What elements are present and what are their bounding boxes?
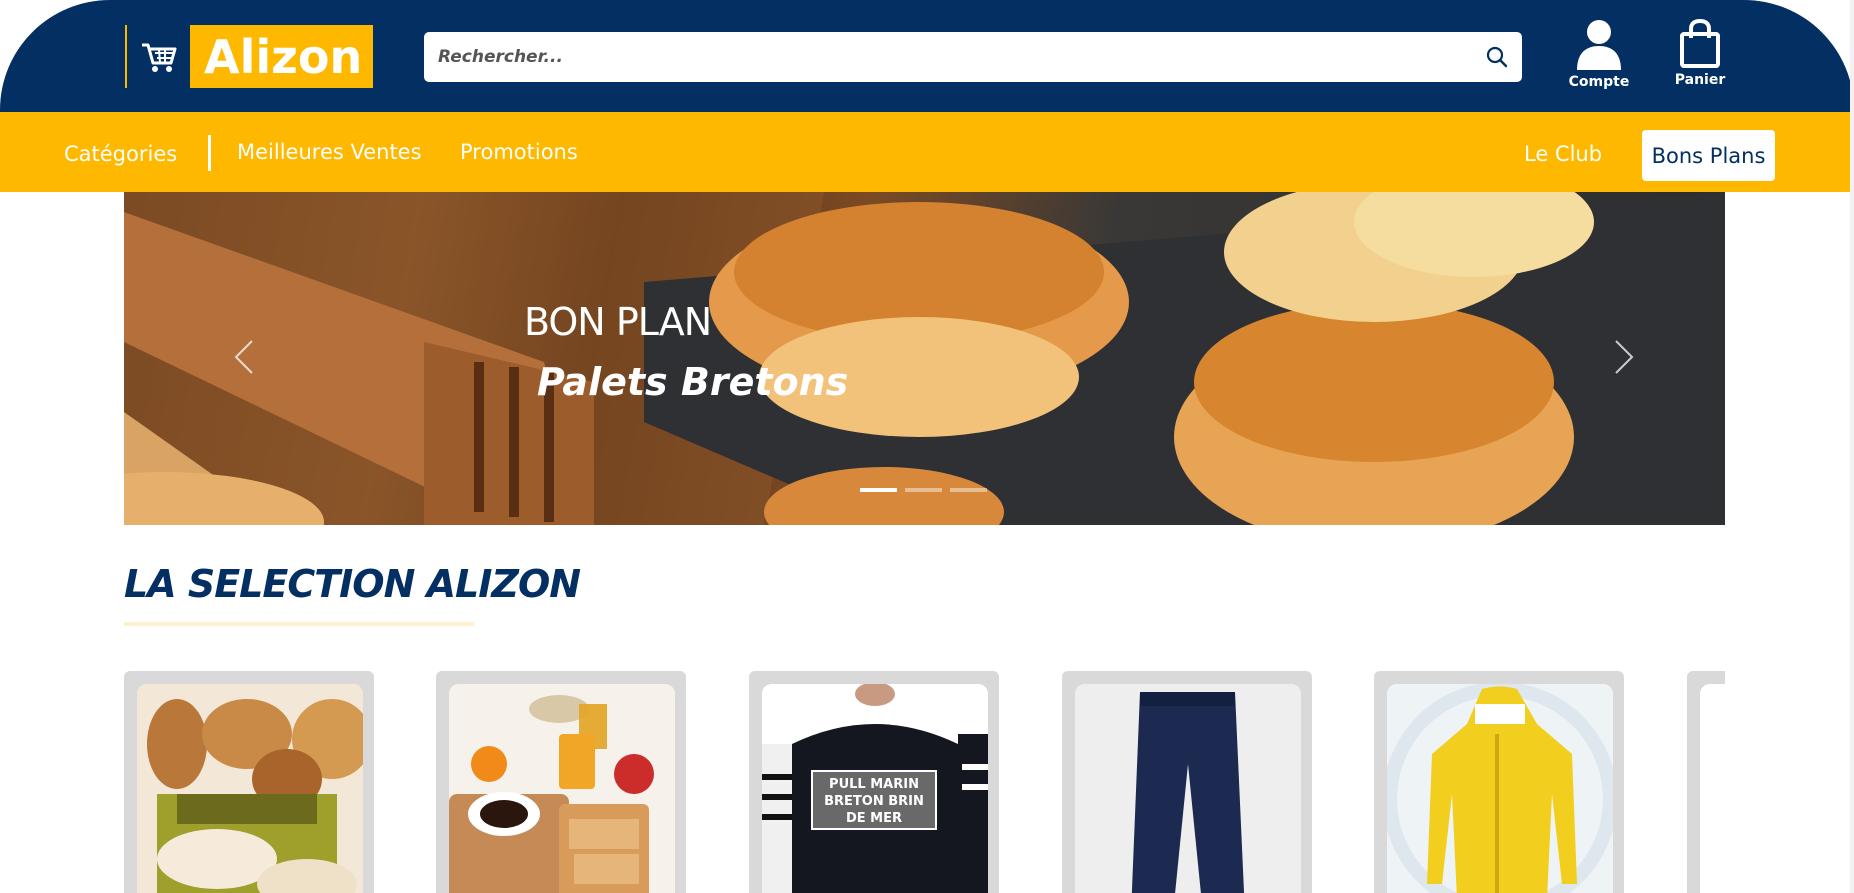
product-carousel: PULL MARIN BRETON BRIN DE MER [124, 671, 1725, 893]
nav-divider [208, 135, 211, 171]
account-button[interactable]: Compte [1559, 18, 1639, 94]
page-scrollbar[interactable] [1850, 0, 1854, 893]
nav-promotions[interactable]: Promotions [460, 112, 578, 192]
site-logo[interactable]: Alizon [123, 23, 375, 90]
search-icon[interactable] [1472, 32, 1522, 82]
carousel-dot-2[interactable] [905, 488, 942, 492]
product-card[interactable] [436, 671, 686, 893]
carousel-dot-1[interactable] [860, 488, 897, 492]
carousel-prev-button[interactable] [224, 332, 264, 382]
product-card[interactable]: PULL MARIN BRETON BRIN DE MER [749, 671, 999, 893]
nav-best-sellers[interactable]: Meilleures Ventes [237, 112, 422, 192]
carousel-indicators [860, 488, 987, 492]
product-image-biscuits [137, 684, 363, 893]
account-label: Compte [1568, 74, 1630, 90]
bons-plans-button[interactable]: Bons Plans [1642, 130, 1775, 181]
nav-club[interactable]: Le Club [1524, 112, 1602, 192]
product-image-pull-marin: PULL MARIN BRETON BRIN DE MER [762, 684, 988, 893]
product-image-partial [1700, 684, 1725, 893]
product-card[interactable] [124, 671, 374, 893]
product-image-raincoat [1387, 684, 1613, 893]
cart-label: Panier [1674, 72, 1726, 88]
search-bar [424, 32, 1522, 82]
cart-logo-icon [127, 25, 190, 88]
product-card[interactable] [1687, 671, 1725, 893]
product-card[interactable] [1062, 671, 1312, 893]
carousel-dot-3[interactable] [950, 488, 987, 492]
slide-title: Palets Bretons [537, 360, 849, 404]
chevron-right-icon [1615, 340, 1634, 374]
hero-carousel: BON PLAN Palets Bretons [124, 192, 1725, 525]
section-title: LA SELECTION ALIZON [124, 562, 581, 606]
product-image-breakfast [449, 684, 675, 893]
user-icon [1577, 20, 1621, 70]
search-input[interactable] [424, 32, 1472, 82]
slide-kicker: BON PLAN [524, 300, 712, 344]
shopping-bag-icon [1680, 18, 1720, 68]
main-nav: Catégories Meilleures Ventes Promotions … [0, 112, 1850, 192]
product-image-pants [1075, 684, 1301, 893]
product-card[interactable] [1374, 671, 1624, 893]
nav-categories[interactable]: Catégories [64, 112, 177, 192]
logo-text: Alizon [204, 29, 363, 84]
section-underline [124, 622, 474, 626]
product-overlay-label: PULL MARIN BRETON BRIN DE MER [811, 770, 937, 830]
carousel-next-button[interactable] [1604, 332, 1644, 382]
palets-bretons-image [124, 192, 1725, 525]
chevron-left-icon [234, 340, 253, 374]
top-header: Alizon Compte Panier [0, 0, 1854, 112]
cart-button[interactable]: Panier [1660, 18, 1740, 94]
